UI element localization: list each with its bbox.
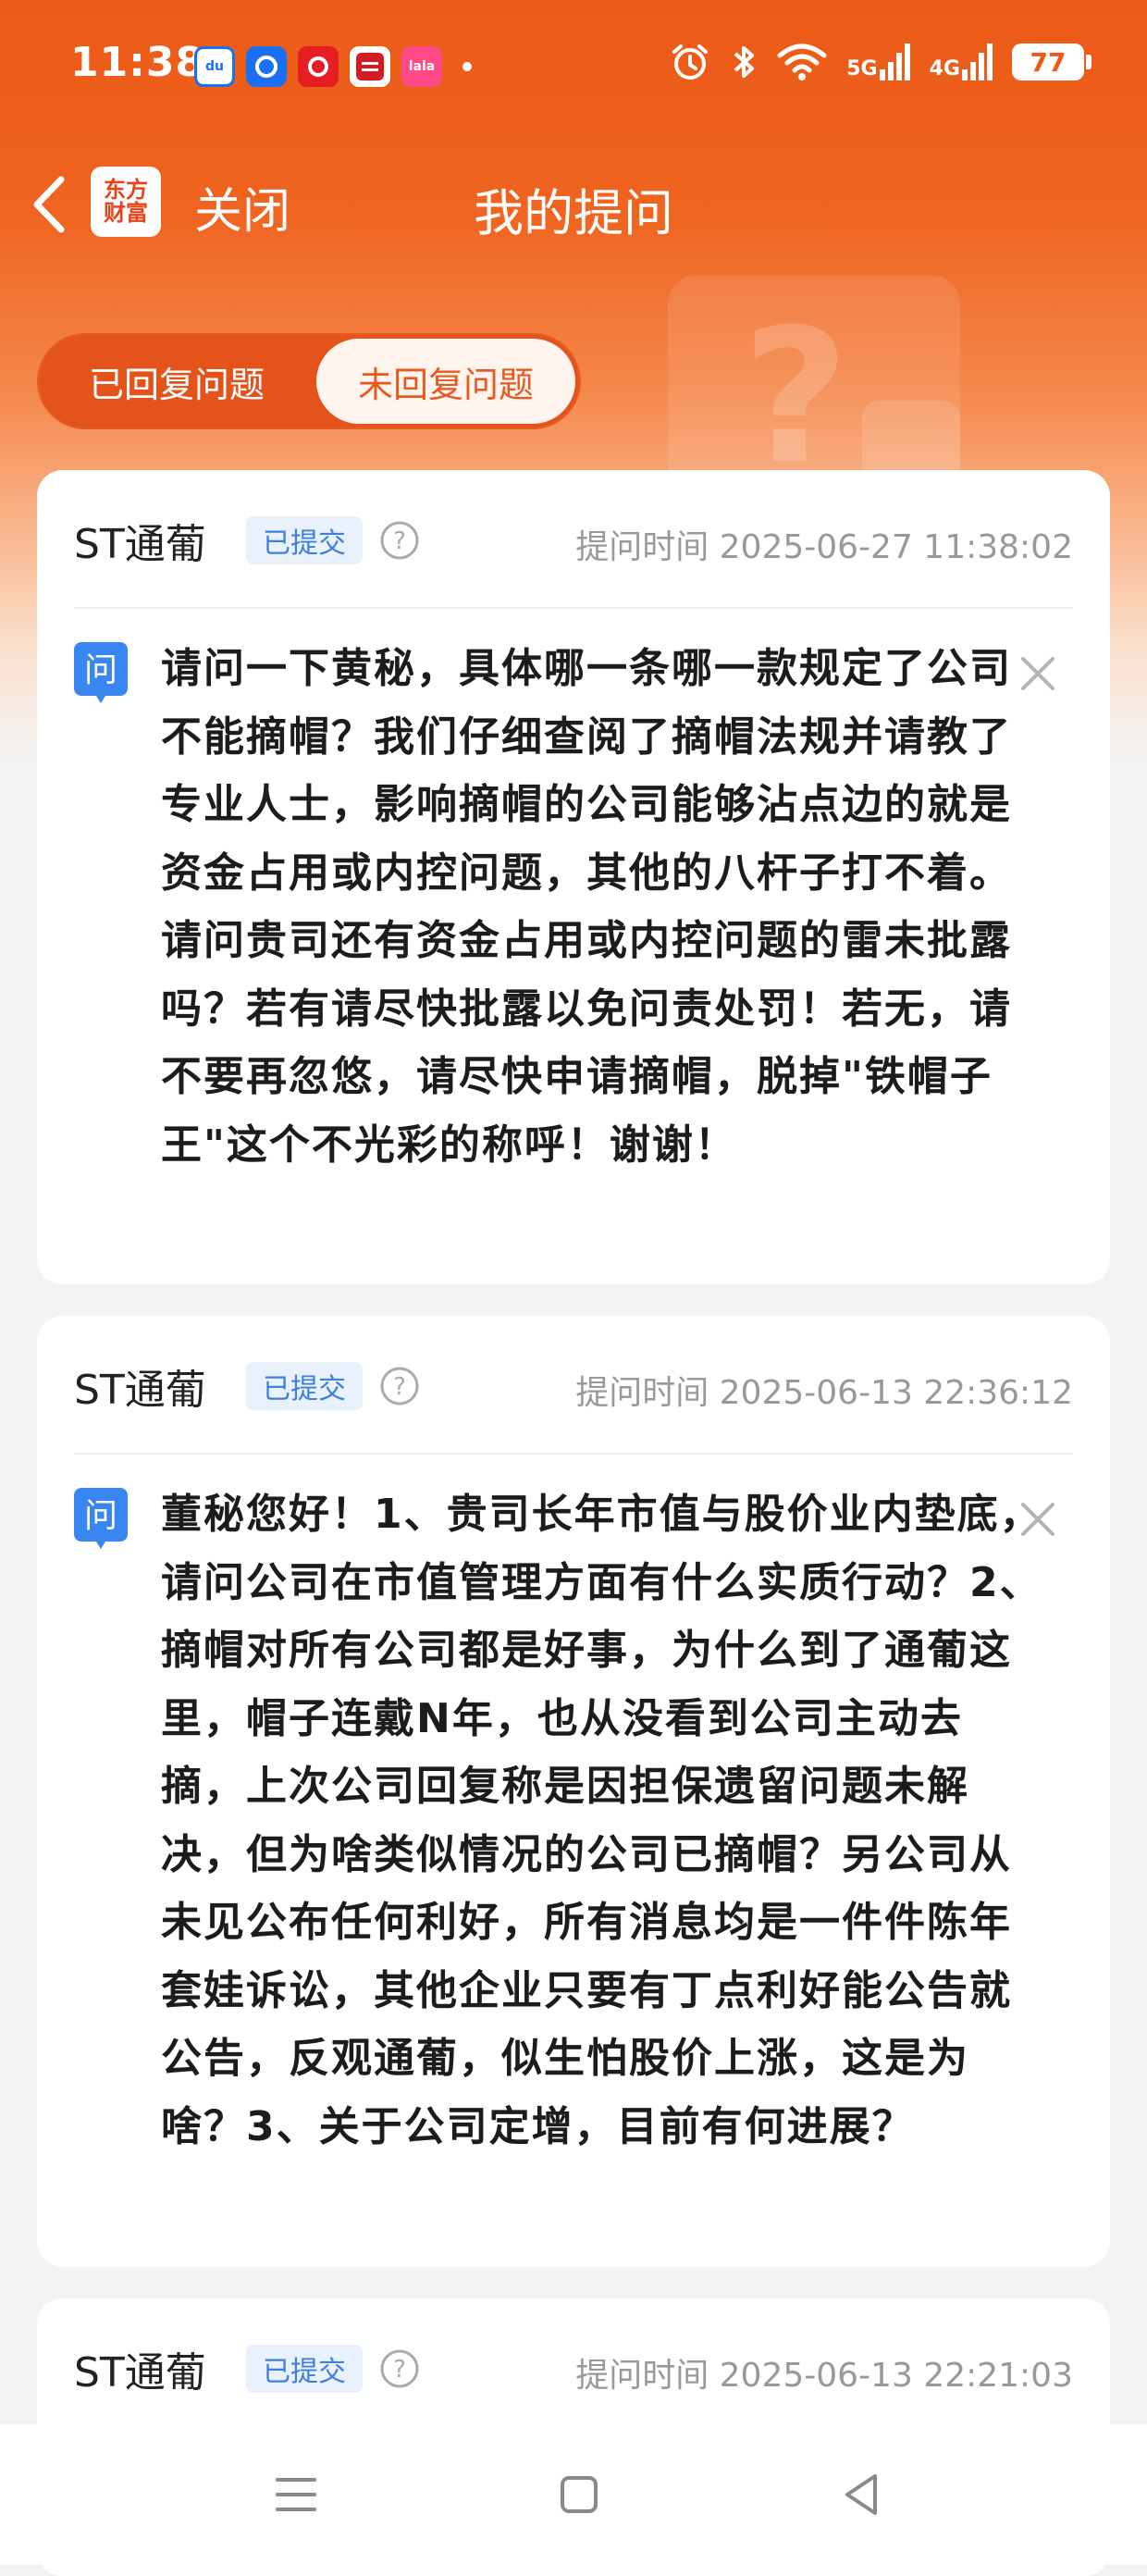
status-badge: 已提交 (246, 2345, 363, 2393)
securities-app-icon (298, 46, 339, 87)
svg-text:?: ? (393, 527, 406, 555)
stock-name[interactable]: ST通葡 (74, 2339, 206, 2398)
card-divider (74, 1453, 1073, 1455)
unionpay-app-icon (246, 46, 287, 87)
question-tabs: 已回复问题 未回复问题 (37, 333, 581, 429)
network-5g-label: 5G (846, 57, 878, 80)
card-divider (74, 607, 1073, 609)
menu-icon[interactable] (266, 2465, 326, 2524)
status-badge: 已提交 (246, 516, 363, 564)
stock-name[interactable]: ST通葡 (74, 1356, 206, 1416)
svg-text:?: ? (393, 1373, 406, 1401)
status-badge: 已提交 (246, 1362, 363, 1410)
back-icon[interactable] (832, 2465, 892, 2524)
help-icon[interactable]: ? (379, 2348, 420, 2389)
tab-answered-questions[interactable]: 已回复问题 (43, 339, 311, 424)
cmb-securities-app-icon (350, 46, 390, 87)
svg-text:?: ? (393, 2356, 406, 2384)
network-4g-label: 4G (929, 57, 960, 80)
status-indicators: 5G 4G 77 (669, 41, 1092, 83)
wifi-icon (777, 43, 827, 80)
signal-5g-icon: 5G (846, 43, 910, 80)
bluetooth-icon (734, 46, 755, 78)
question-time: 提问时间 2025-06-13 22:21:03 (575, 2357, 1073, 2395)
status-bar: 11:38 du lala 5G 4G 77 (0, 0, 1147, 139)
signal-4g-icon: 4G (930, 43, 993, 80)
question-label-icon: 问 (74, 1488, 128, 1549)
question-card: ST通葡 已提交 ? 提问时间 2025-06-13 22:36:12 问 董秘… (37, 1316, 1110, 2267)
status-time: 11:38 (70, 39, 205, 86)
help-icon[interactable]: ? (379, 520, 420, 561)
lala-app-icon: lala (401, 46, 442, 87)
more-notifications-dot (462, 62, 472, 71)
question-time: 提问时间 2025-06-27 11:38:02 (575, 528, 1073, 566)
page-title: 我的提问 (474, 184, 673, 242)
tab-unanswered-questions[interactable]: 未回复问题 (316, 339, 575, 424)
question-card: ST通葡 已提交 ? 提问时间 2025-06-27 11:38:02 问 请问… (37, 470, 1110, 1284)
svg-text:问: 问 (84, 651, 117, 689)
home-icon[interactable] (549, 2465, 609, 2524)
system-navigation-bar (0, 2424, 1147, 2565)
svg-text:问: 问 (84, 1497, 117, 1535)
alarm-icon (672, 44, 709, 80)
question-label-icon: 问 (74, 642, 128, 703)
question-time: 提问时间 2025-06-13 22:36:12 (575, 1374, 1073, 1412)
stock-name[interactable]: ST通葡 (74, 511, 206, 570)
notification-icons: du lala (194, 46, 472, 87)
question-text: 董秘您好！1、贵司长年市值与股价业内垫底，请问公司在市值管理方面有什么实质行动？… (161, 1491, 1042, 2150)
du-app-icon: du (194, 46, 235, 87)
battery-icon: 77 (1012, 43, 1092, 80)
question-text: 请问一下黄秘，具体哪一条哪一款规定了公司不能摘帽？我们仔细查阅了摘帽法规并请教了… (161, 645, 1012, 1169)
help-icon[interactable]: ? (379, 1366, 420, 1406)
